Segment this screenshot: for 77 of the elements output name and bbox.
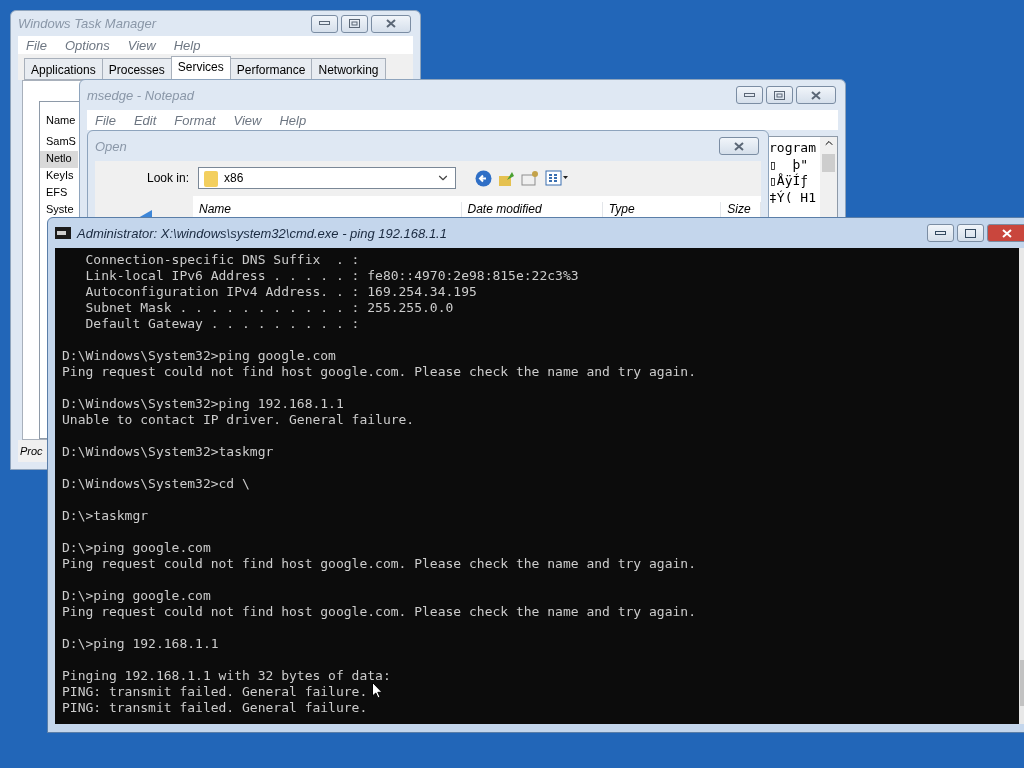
close-button[interactable]: [719, 137, 759, 155]
folder-icon: [204, 169, 219, 187]
column-header[interactable]: Name: [46, 114, 76, 126]
window-title: Windows Task Manager: [18, 16, 158, 31]
service-row[interactable]: Syste: [40, 202, 78, 219]
menu-item[interactable]: Options: [64, 37, 110, 53]
console-line: Ping request could not find host google.com. Please check the name and try again.: [62, 556, 696, 572]
tab[interactable]: Services: [170, 56, 231, 80]
console-line: Default Gateway . . . . . . . . . :: [84, 316, 360, 332]
minimize-icon: [935, 230, 946, 236]
maximize-button[interactable]: [766, 86, 793, 104]
close-button[interactable]: [371, 14, 411, 33]
tab[interactable]: Networking: [311, 58, 386, 80]
close-icon: [734, 141, 744, 151]
menu-item[interactable]: Help: [279, 112, 307, 128]
tab[interactable]: Processes: [101, 58, 172, 80]
service-row[interactable]: Netlo: [40, 151, 78, 168]
menu-item[interactable]: View: [127, 37, 156, 53]
tab[interactable]: Performance: [229, 58, 313, 80]
menu-item[interactable]: File: [95, 112, 116, 128]
text-line: rogram: [769, 140, 816, 157]
close-button[interactable]: [796, 86, 836, 104]
console-line: PING: transmit failed. General failure.: [62, 700, 368, 716]
look-in-dropdown[interactable]: x86: [198, 167, 457, 189]
console-line: D:\>taskmgr: [62, 508, 149, 524]
menu-item[interactable]: View: [233, 112, 262, 128]
text-line: ▯ÅÿÍƒ: [769, 173, 810, 190]
close-icon: [1002, 228, 1012, 238]
text-line: ‡Ý( H1: [769, 189, 816, 206]
console-line: D:\Windows\System32>ping 192.168.1.1: [62, 396, 344, 412]
window-title: Administrator: X:\windows\system32\cmd.exe - ping 192.168.1.1: [77, 225, 448, 241]
maximize-button[interactable]: [957, 224, 984, 242]
console-line: Autoconfiguration IPv4 Address. . : 169.254.34.195: [84, 284, 477, 300]
scroll-thumb[interactable]: [822, 154, 835, 172]
maximize-icon: [965, 228, 976, 238]
maximize-icon: [774, 90, 785, 100]
menu-item[interactable]: Edit: [133, 112, 157, 128]
service-row[interactable]: EFS: [40, 185, 78, 202]
minimize-icon: [744, 92, 755, 98]
back-icon[interactable]: [475, 169, 493, 187]
console-line: PING: transmit failed. General failure.: [62, 684, 368, 700]
console-line: D:\>ping google.com: [62, 588, 211, 604]
maximize-button[interactable]: [341, 14, 368, 33]
window-title: msedge - Notepad: [87, 87, 196, 103]
status-text: Proc: [20, 445, 43, 457]
menu-item[interactable]: Help: [173, 37, 201, 53]
service-row[interactable]: SamS: [40, 134, 78, 151]
console-line: Subnet Mask . . . . . . . . . . . : 255.255.0.0: [84, 300, 454, 316]
menu-item[interactable]: File: [26, 37, 47, 53]
tab[interactable]: Applications: [24, 58, 103, 80]
mouse-pointer-icon: [372, 682, 383, 699]
console-line: D:\Windows\System32>taskmgr: [62, 444, 274, 460]
console-line: Pinging 192.168.1.1 with 32 bytes of data:: [62, 668, 391, 684]
window-title: Open: [95, 138, 128, 154]
minimize-button[interactable]: [311, 14, 338, 33]
minimize-button[interactable]: [927, 224, 954, 242]
console-line: D:\>ping 192.168.1.1: [62, 636, 219, 652]
menu-item[interactable]: Format: [174, 112, 216, 128]
minimize-icon: [319, 21, 330, 26]
minimize-button[interactable]: [736, 86, 763, 104]
close-icon: [386, 19, 396, 28]
close-icon: [811, 90, 821, 100]
console-line: Ping request could not find host google.com. Please check the name and try again.: [62, 364, 696, 380]
console-line: Connection-specific DNS Suffix . :: [84, 252, 360, 268]
console-line: D:\Windows\System32>cd \: [62, 476, 250, 492]
console-line: Unable to contact IP driver. General failure.: [62, 412, 415, 428]
text-line: ▯ þ": [769, 156, 810, 172]
maximize-icon: [349, 19, 360, 28]
console-line: Ping request could not find host google.com. Please check the name and try again.: [62, 604, 696, 620]
console-line: D:\>ping google.com: [62, 540, 211, 556]
console-line: Link-local IPv6 Address . . . . . : fe80::4970:2e98:815e:22c3%3: [84, 268, 579, 284]
look-in-label: Look in:: [147, 171, 190, 185]
view-menu-icon[interactable]: [545, 170, 570, 186]
close-button[interactable]: [987, 224, 1024, 242]
service-row[interactable]: KeyIs: [40, 168, 78, 185]
console-icon: [55, 227, 71, 239]
console-line: D:\Windows\System32>ping google.com: [62, 348, 336, 364]
